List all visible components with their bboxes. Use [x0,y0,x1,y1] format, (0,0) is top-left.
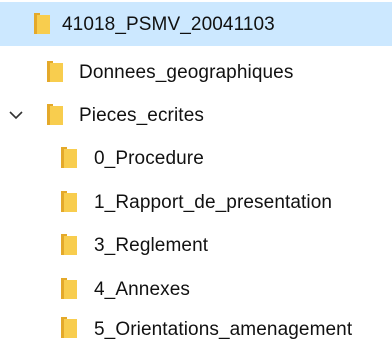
folder-icon [47,104,63,125]
tree-item-0-procedure[interactable]: 0_Procedure [0,138,392,178]
tree-item-label: 4_Annexes [94,279,190,300]
tree-item-3-reglement[interactable]: 3_Reglement [0,225,392,265]
tree-item-label: 0_Procedure [94,148,204,169]
tree-item-5-orientations-amenagement[interactable]: 5_Orientations_amenagement [0,305,392,345]
folder-icon [61,278,77,299]
tree-item-donnees-geographiques[interactable]: Donnees_geographiques [0,52,392,92]
tree-item-label: 3_Reglement [94,235,209,256]
folder-tree: 41018_PSMV_20041103 Donnees_geographique… [0,0,392,345]
folder-icon [61,234,77,255]
folder-icon [61,147,77,168]
tree-item-label: 5_Orientations_amenagement [94,319,353,340]
folder-icon [34,13,50,34]
chevron-down-icon[interactable] [8,107,24,123]
tree-item-label: Donnees_geographiques [79,62,294,83]
tree-item-pieces-ecrites[interactable]: Pieces_ecrites [0,95,392,135]
folder-icon [61,191,77,212]
tree-item-1-rapport-de-presentation[interactable]: 1_Rapport_de_presentation [0,182,392,222]
tree-item-4-annexes[interactable]: 4_Annexes [0,269,392,309]
folder-icon [61,317,77,338]
folder-icon [47,61,63,82]
tree-item-label: 1_Rapport_de_presentation [94,192,333,213]
tree-item-label: Pieces_ecrites [79,105,204,126]
tree-item-41018-psmv[interactable]: 41018_PSMV_20041103 [0,2,392,46]
tree-item-label: 41018_PSMV_20041103 [62,14,275,35]
